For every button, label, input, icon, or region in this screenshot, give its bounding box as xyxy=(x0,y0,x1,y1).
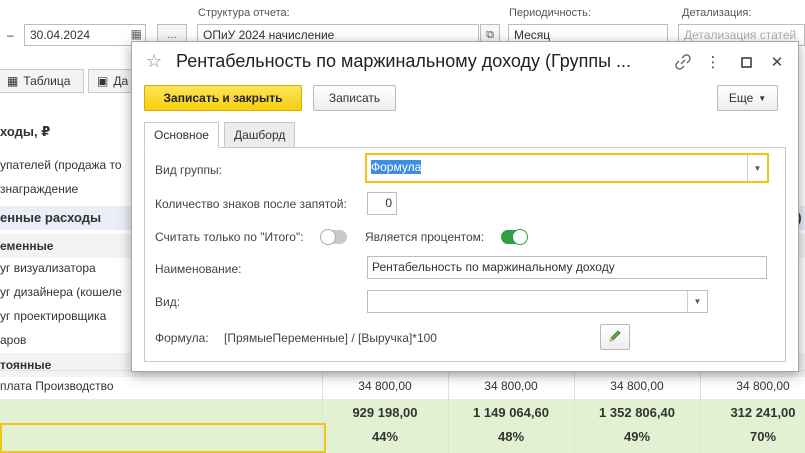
dialog-title: Рентабельность по маржинальному доходу (… xyxy=(176,51,632,71)
save-button[interactable]: Записать xyxy=(313,85,396,111)
report-value-cell[interactable]: 929 198,00 xyxy=(330,401,440,425)
tab-dashboard-label: Да xyxy=(113,74,129,88)
save-close-button[interactable]: Записать и закрыть xyxy=(144,85,302,111)
tab-dashboard-dialog[interactable]: Дашборд xyxy=(224,122,296,148)
group-type-label: Вид группы: xyxy=(155,163,222,177)
chevron-down-icon[interactable]: ▼ xyxy=(747,155,767,181)
group-type-select[interactable]: Формула ▼ xyxy=(365,153,769,183)
kind-select[interactable]: ▼ xyxy=(367,290,708,313)
structure-label: Структура отчета: xyxy=(198,7,290,19)
chevron-down-icon[interactable]: ▼ xyxy=(687,291,707,312)
report-value-cell[interactable]: 1 149 064,60 xyxy=(456,401,566,425)
chevron-down-icon: ▼ xyxy=(758,93,767,103)
report-value-cell[interactable]: 34 800,00 xyxy=(708,374,805,398)
decimals-input[interactable]: 0 xyxy=(367,192,397,215)
date-prefix: – xyxy=(7,28,14,42)
only-total-toggle[interactable] xyxy=(320,229,347,245)
group-edit-dialog: ☆ Рентабельность по маржинальному доходу… xyxy=(131,41,799,372)
table-icon: ▦ xyxy=(7,74,19,88)
report-value-cell[interactable]: 70% xyxy=(708,425,805,449)
decimals-label: Количество знаков после запятой: xyxy=(155,197,347,211)
periodicity-label: Периодичность: xyxy=(509,7,591,19)
pencil-icon xyxy=(608,329,622,346)
is-percent-toggle[interactable] xyxy=(501,229,528,245)
selected-cell[interactable] xyxy=(0,423,326,453)
star-icon[interactable]: ☆ xyxy=(146,51,162,72)
report-value-cell[interactable]: 44% xyxy=(330,425,440,449)
formula-label: Формула: xyxy=(155,331,209,345)
tab-main[interactable]: Основное xyxy=(144,122,219,148)
report-value-cell[interactable]: 34 800,00 xyxy=(582,374,692,398)
structure-value: ОПиУ 2024 начисление xyxy=(203,28,335,42)
name-input[interactable]: Рентабельность по маржинальному доходу xyxy=(367,256,767,279)
report-value-cell[interactable]: 312 241,00 xyxy=(708,401,805,425)
maximize-icon[interactable] xyxy=(735,51,757,73)
date-value: 30.04.2024 xyxy=(30,28,91,42)
menu-dots-icon[interactable]: ⋮ xyxy=(702,51,724,73)
detail-label: Детализация: xyxy=(682,7,752,19)
report-value-cell[interactable]: 49% xyxy=(582,425,692,449)
report-row-label: плата Производство xyxy=(0,379,114,393)
date-input[interactable]: 30.04.2024 ▦ xyxy=(24,24,146,46)
is-percent-label: Является процентом: xyxy=(365,230,485,244)
only-total-label: Считать только по "Итого": xyxy=(155,230,304,244)
close-icon[interactable]: ✕ xyxy=(766,51,788,73)
report-value-cell[interactable]: 34 800,00 xyxy=(330,374,440,398)
calendar-icon[interactable]: ▦ xyxy=(131,27,142,41)
link-icon[interactable] xyxy=(672,51,694,73)
report-value-cell[interactable]: 1 352 806,40 xyxy=(582,401,692,425)
more-label: Еще xyxy=(728,91,754,105)
formula-value: [ПрямыеПеременные] / [Выручка]*100 xyxy=(224,331,437,345)
group-type-value: Формула xyxy=(371,160,422,174)
name-label: Наименование: xyxy=(155,262,242,276)
periodicity-value: Месяц xyxy=(514,28,551,42)
detail-placeholder: Детализация статей xyxy=(684,28,797,42)
report-value-cell[interactable]: 48% xyxy=(456,425,566,449)
main-panel: Вид группы: Формула ▼ Количество знаков … xyxy=(144,147,786,362)
report-value-cell[interactable]: 34 800,00 xyxy=(456,374,566,398)
more-button[interactable]: Еще ▼ xyxy=(717,85,778,111)
dashboard-icon: ▣ xyxy=(97,74,109,88)
tab-table-label: Таблица xyxy=(23,74,71,88)
tab-table[interactable]: ▦ Таблица xyxy=(0,69,84,93)
edit-formula-button[interactable] xyxy=(600,324,630,350)
kind-label: Вид: xyxy=(155,295,181,309)
